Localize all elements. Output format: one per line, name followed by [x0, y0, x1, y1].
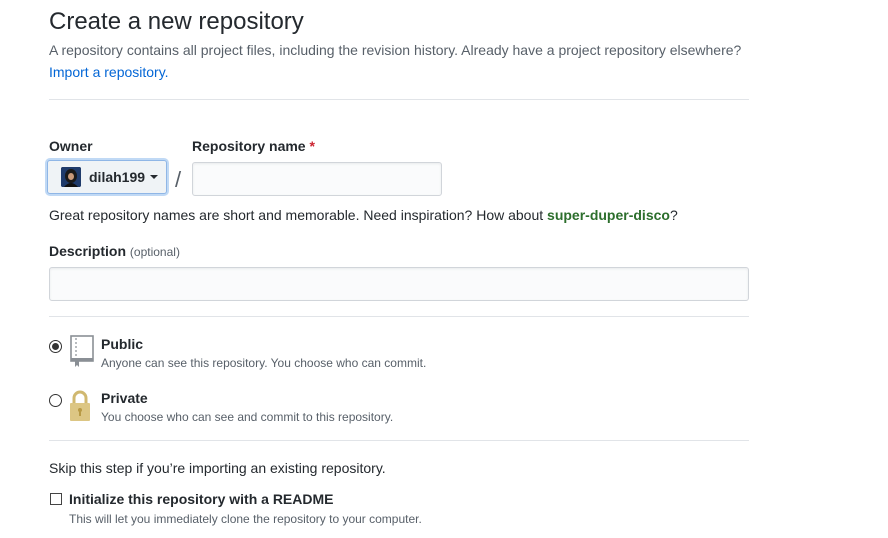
required-mark: * — [309, 138, 315, 154]
repo-public-icon — [69, 335, 95, 374]
subtitle-text: A repository contains all project files,… — [49, 42, 742, 58]
avatar — [61, 167, 81, 187]
visibility-public-radio[interactable] — [49, 340, 62, 353]
repo-name-label-text: Repository name — [192, 138, 306, 154]
readme-label[interactable]: Initialize this repository with a README — [69, 491, 333, 507]
description-label: Description (optional) — [49, 243, 180, 259]
private-option-desc: You choose who can see and commit to thi… — [101, 410, 394, 424]
private-option-title: Private — [101, 390, 148, 406]
readme-desc: This will let you immediately clone the … — [69, 512, 422, 526]
naming-hint: Great repository names are short and mem… — [49, 207, 678, 223]
lock-icon — [67, 389, 93, 428]
header-divider — [49, 99, 749, 100]
repo-name-label: Repository name * — [192, 138, 315, 154]
owner-dropdown[interactable]: dilah199 — [47, 160, 167, 194]
description-input[interactable] — [49, 267, 749, 301]
skip-note: Skip this step if you’re importing an ex… — [49, 460, 386, 476]
visibility-divider — [49, 440, 749, 441]
optional-note: (optional) — [129, 245, 180, 259]
page-subtitle: A repository contains all project files,… — [49, 39, 769, 83]
private-radio-button[interactable] — [49, 394, 62, 407]
page-title: Create a new repository — [49, 8, 304, 35]
description-divider — [49, 316, 749, 317]
public-option-desc: Anyone can see this repository. You choo… — [101, 356, 427, 370]
owner-name: dilah199 — [89, 169, 146, 185]
visibility-private-radio[interactable] — [49, 394, 62, 407]
readme-checkbox[interactable] — [50, 493, 62, 505]
radio-selected-dot — [52, 343, 59, 350]
import-repository-link[interactable]: Import a repository. — [49, 64, 169, 80]
owner-label: Owner — [49, 138, 93, 154]
repo-name-input[interactable] — [192, 162, 442, 196]
description-label-text: Description — [49, 243, 127, 259]
name-suggestion-link[interactable]: super-duper-disco — [547, 207, 670, 223]
owner-repo-separator: / — [175, 167, 182, 192]
chevron-down-icon — [150, 175, 159, 179]
naming-hint-text: Great repository names are short and mem… — [49, 207, 548, 223]
public-radio-button[interactable] — [49, 340, 62, 353]
naming-hint-end: ? — [669, 207, 678, 223]
public-option-title: Public — [101, 336, 144, 352]
